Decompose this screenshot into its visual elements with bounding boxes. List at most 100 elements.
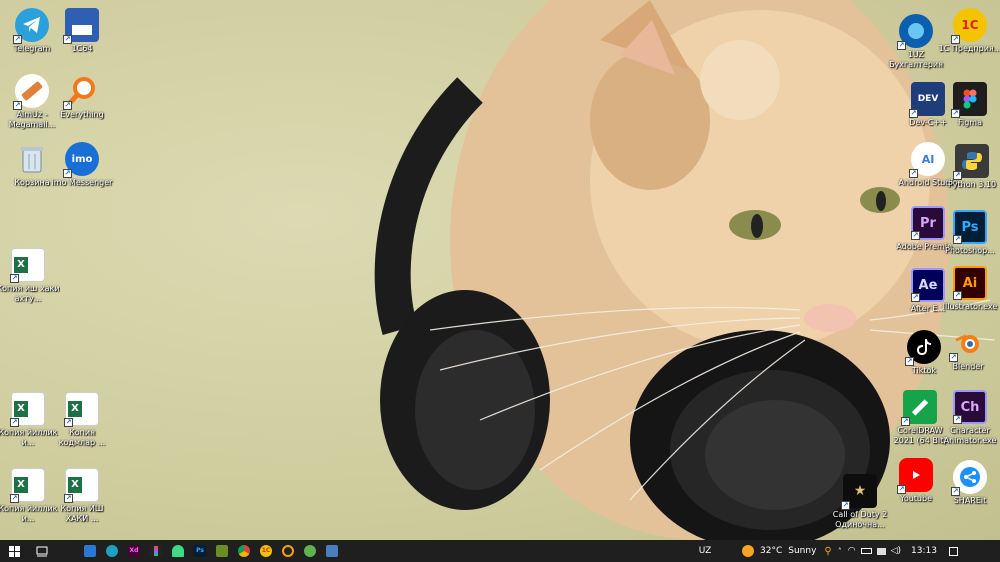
desktop-icon-photoshop[interactable]: Ps ↗ Photoshop... bbox=[942, 210, 998, 256]
taskbar-app-aimp[interactable] bbox=[277, 540, 299, 562]
keyboard-icon[interactable] bbox=[876, 547, 886, 555]
desktop-icon-aimuz[interactable]: ↗ AimUz - Megamail... bbox=[4, 74, 60, 130]
youtube-icon: ↗ bbox=[897, 458, 933, 494]
desktop-icon-1uz-buxgalteriya[interactable]: ↗ 1UZ Бухгалтерия bbox=[888, 14, 944, 70]
desktop-icon-imo[interactable]: imo ↗ imo Messenger bbox=[52, 142, 112, 188]
wifi-icon[interactable]: ◠ bbox=[848, 546, 856, 556]
recycle-bin-icon bbox=[15, 142, 49, 176]
edge-icon bbox=[106, 545, 118, 557]
desktop-icon-label: Photoshop... bbox=[945, 246, 995, 255]
desktop-wallpaper bbox=[0, 0, 1000, 540]
notification-icon[interactable] bbox=[948, 546, 958, 556]
game-icon bbox=[304, 545, 316, 557]
sun-icon bbox=[742, 545, 754, 557]
desktop-icon-excel-4[interactable]: X ↗ Копия йиллик и... bbox=[0, 468, 58, 524]
1uz-icon: ↗ bbox=[897, 14, 933, 50]
windows-start-icon bbox=[8, 545, 20, 557]
desktop-icon-label: 1С Предприя... bbox=[938, 44, 1000, 53]
desktop-icon-character-animator[interactable]: Ch ↗ Character Animator.exe bbox=[942, 390, 998, 446]
desktop-icon-1c64[interactable]: ↗ 1C64 bbox=[54, 8, 110, 54]
excel-file-icon: X ↗ bbox=[10, 468, 45, 503]
premiere-icon: Pr ↗ bbox=[911, 206, 945, 240]
taskbar-app-android-studio[interactable] bbox=[167, 540, 189, 562]
desktop-icon-figma[interactable]: ↗ Figma bbox=[942, 82, 998, 128]
task-view-icon bbox=[36, 546, 48, 556]
taskbar: Xd Ps 1C UZ 32°C Sunny ⚲ ˄ ◠ ◁) 13:13 bbox=[0, 540, 1000, 562]
aimp-icon bbox=[282, 545, 294, 557]
taskbar-app-figma[interactable] bbox=[145, 540, 167, 562]
taskbar-app-anydesk[interactable] bbox=[321, 540, 343, 562]
figma-icon bbox=[150, 545, 162, 557]
desktop-icon-label: Character Animator.exe bbox=[943, 426, 997, 445]
excel-file-icon: X ↗ bbox=[10, 392, 45, 427]
imo-icon: imo ↗ bbox=[63, 142, 99, 178]
desktop-icon-excel-3[interactable]: X ↗ Копия кодмлар ... bbox=[54, 392, 110, 448]
battery-icon[interactable] bbox=[860, 548, 872, 554]
taskbar-app-game[interactable] bbox=[299, 540, 321, 562]
aimp-icon: ↗ bbox=[13, 74, 49, 110]
desktop-icon-label: Копия ИШ ХАКИ ... bbox=[60, 504, 104, 523]
desktop-icon-excel-2[interactable]: X ↗ Копия йиллик и... bbox=[0, 392, 58, 448]
taskbar-app-edge[interactable] bbox=[101, 540, 123, 562]
excel-file-icon: X ↗ bbox=[64, 392, 99, 427]
desktop-icon-illustrator[interactable]: Ai ↗ Illustrator.exe bbox=[942, 266, 998, 312]
language-indicator[interactable]: UZ bbox=[690, 546, 720, 556]
chrome-icon bbox=[238, 545, 250, 557]
1c-icon: 1C ↗ bbox=[951, 8, 987, 44]
taskbar-app-explorer[interactable] bbox=[79, 540, 101, 562]
taskbar-app-1c[interactable]: 1C bbox=[255, 540, 277, 562]
magnifier-icon: ↗ bbox=[63, 74, 99, 110]
adobe-xd-icon: Xd bbox=[128, 545, 140, 557]
android-icon bbox=[172, 545, 184, 557]
taskbar-app-chrome[interactable] bbox=[233, 540, 255, 562]
desktop-icon-label: 1C64 bbox=[71, 44, 93, 53]
desktop-icon-excel-1[interactable]: X ↗ Копия иш хаки ахту... bbox=[0, 248, 60, 304]
telegram-icon: ↗ bbox=[13, 8, 49, 44]
desktop-icon-label: imo Messenger bbox=[51, 178, 113, 187]
coreldraw-icon: ↗ bbox=[901, 390, 937, 426]
taskbar-app-adobe-xd[interactable]: Xd bbox=[123, 540, 145, 562]
network-app-icon bbox=[326, 545, 338, 557]
desktop-icon-python[interactable]: ↗ Python 3.10 bbox=[944, 144, 1000, 190]
desktop-icon-label: SHAREit bbox=[953, 496, 987, 505]
shareit-icon: ↗ bbox=[951, 460, 987, 496]
chevron-up-icon[interactable]: ˄ bbox=[838, 547, 842, 556]
taskbar-app-minecraft[interactable] bbox=[211, 540, 233, 562]
tiktok-icon: ↗ bbox=[905, 330, 941, 366]
weather-widget[interactable]: 32°C Sunny bbox=[742, 545, 816, 557]
after-effects-icon: Ae ↗ bbox=[911, 268, 945, 302]
blender-icon: ↗ bbox=[949, 326, 985, 362]
android-studio-icon: AI ↗ bbox=[909, 142, 945, 178]
illustrator-icon: Ai ↗ bbox=[953, 266, 987, 300]
call-of-duty-icon: ★ ↗ bbox=[841, 474, 877, 510]
excel-file-icon: X ↗ bbox=[64, 468, 99, 503]
desktop-icon-label: Blender bbox=[952, 362, 984, 371]
desktop-icon-excel-5[interactable]: X ↗ Копия ИШ ХАКИ ... bbox=[54, 468, 110, 524]
desktop-icon-label: Everything bbox=[60, 110, 104, 119]
weather-condition: Sunny bbox=[788, 546, 817, 556]
python-icon: ↗ bbox=[953, 144, 989, 180]
desktop-icon-shareit[interactable]: ↗ SHAREit bbox=[942, 460, 998, 506]
desktop-icon-blender[interactable]: ↗ Blender bbox=[940, 326, 996, 372]
1c-icon: 1C bbox=[260, 545, 272, 557]
task-view-button[interactable] bbox=[31, 540, 53, 562]
desktop-icon-label: Копия иш хаки ахту... bbox=[0, 284, 60, 303]
desktop-icon-label: Python 3.10 bbox=[947, 180, 997, 189]
minecraft-icon bbox=[216, 545, 228, 557]
weather-temperature: 32°C bbox=[760, 546, 783, 556]
desktop-icon-call-of-duty-2[interactable]: ★ ↗ Call of Duty 2 Одиночна... bbox=[832, 474, 888, 530]
clock[interactable]: 13:13 bbox=[911, 546, 937, 556]
volume-icon[interactable]: ◁) bbox=[891, 546, 901, 556]
desktop-icon-label: Копия кодмлар ... bbox=[58, 428, 106, 447]
start-button[interactable] bbox=[3, 540, 25, 562]
system-tray: UZ 32°C Sunny ⚲ ˄ ◠ ◁) 13:13 bbox=[690, 540, 1000, 562]
desktop-icon-youtube[interactable]: ↗ Youtube bbox=[888, 458, 944, 504]
search-icon[interactable]: ⚲ bbox=[824, 546, 831, 557]
desktop-icon-label: Call of Duty 2 Одиночна... bbox=[832, 510, 888, 529]
desktop-icon-1c[interactable]: 1C ↗ 1С Предприя... bbox=[939, 8, 1000, 54]
character-animator-icon: Ch ↗ bbox=[953, 390, 987, 424]
desktop-icon-everything[interactable]: ↗ Everything bbox=[54, 74, 110, 120]
taskbar-app-photoshop[interactable]: Ps bbox=[189, 540, 211, 562]
desktop-icon-label: Illustrator.exe bbox=[942, 302, 998, 311]
desktop-icon-label: Figma bbox=[957, 118, 982, 127]
